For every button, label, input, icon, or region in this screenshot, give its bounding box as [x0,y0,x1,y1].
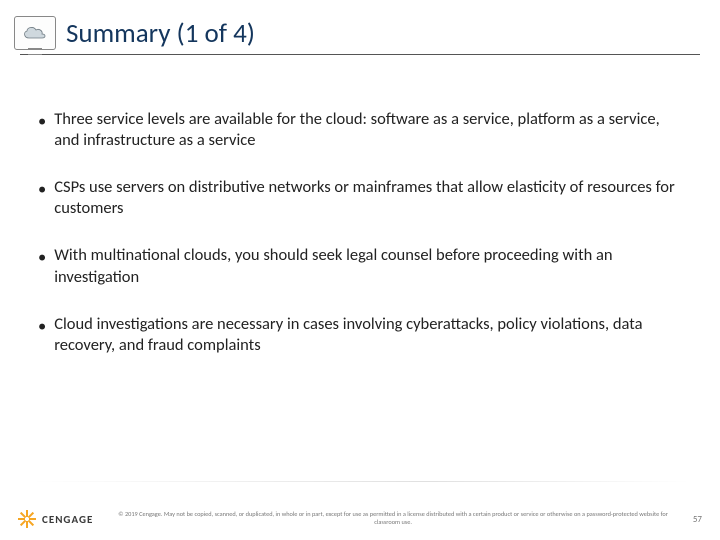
slide-footer: CENGAGE © 2019 Cengage. May not be copie… [0,510,720,528]
slide-title: Summary (1 of 4) [66,17,255,50]
cloud-icon [21,24,49,42]
bullet-dot-icon: • [38,245,46,287]
bullet-dot-icon: • [38,109,46,151]
bullet-item: • With multinational clouds, you should … [38,245,682,287]
brand-logo: CENGAGE [18,510,93,528]
bullet-dot-icon: • [38,314,46,356]
bullet-item: • Three service levels are available for… [38,109,682,151]
slide: Summary (1 of 4) • Three service levels … [0,0,720,540]
brand-name: CENGAGE [42,513,93,526]
bullet-text: CSPs use servers on distributive network… [54,177,682,219]
slide-header: Summary (1 of 4) [14,16,692,50]
bullet-text: Cloud investigations are necessary in ca… [54,314,682,356]
footer-divider [30,481,690,482]
page-number: 57 [693,514,702,525]
sunburst-icon [18,510,36,528]
slide-body: • Three service levels are available for… [28,55,692,356]
bullet-item: • Cloud investigations are necessary in … [38,314,682,356]
bullet-text: With multinational clouds, you should se… [54,245,682,287]
cloud-monitor-icon [14,16,56,50]
bullet-dot-icon: • [38,177,46,219]
bullet-text: Three service levels are available for t… [54,109,682,151]
copyright-text: © 2019 Cengage. May not be copied, scann… [107,511,679,526]
bullet-item: • CSPs use servers on distributive netwo… [38,177,682,219]
